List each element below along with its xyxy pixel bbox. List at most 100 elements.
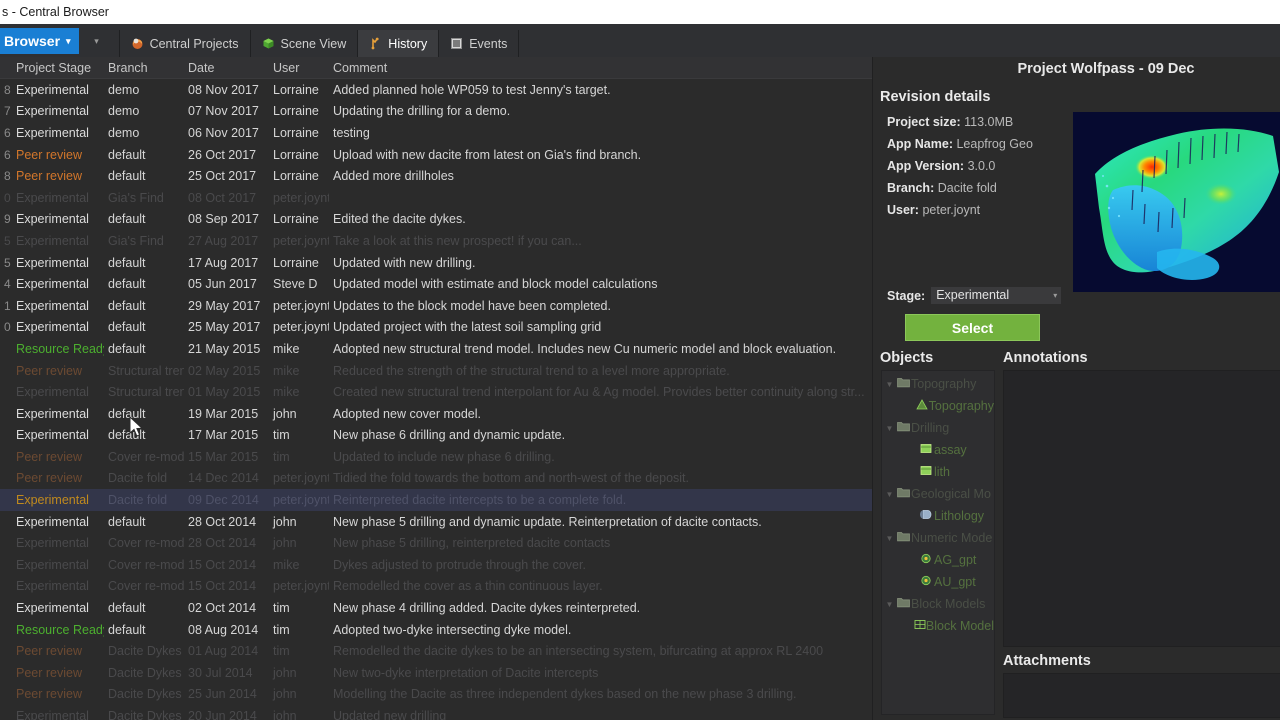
- cell-project-stage: Experimental: [16, 579, 89, 594]
- tree-node-lith[interactable]: lith: [882, 461, 994, 483]
- cell-date: 29 May 2017: [188, 298, 261, 313]
- table-row[interactable]: 9 Experimental default 08 Sep 2017 Lorraine E…: [0, 209, 872, 231]
- toolbar-overflow-button[interactable]: ▾: [79, 28, 115, 54]
- tree-node-numeric-mode[interactable]: ▼ Numeric Mode: [882, 527, 994, 549]
- tree-expander-icon[interactable]: ▼: [884, 534, 895, 543]
- tree-node-label: Block Model: [925, 619, 994, 633]
- table-row[interactable]: 5 Experimental Gia's Find 27 Aug 2017 peter.…: [0, 230, 872, 252]
- stage-dropdown-value: Experimental: [936, 288, 1010, 302]
- cell-user: Steve D: [273, 277, 318, 292]
- table-row[interactable]: 8 Experimental demo 08 Nov 2017 Lorraine Adde…: [0, 79, 872, 101]
- table-row[interactable]: Peer review Dacite Dykes 30 Jul 2014 john Ne…: [0, 662, 872, 684]
- cell-comment: Updated model with estimate and block mo…: [333, 277, 658, 292]
- table-row[interactable]: 5 Experimental default 17 Aug 2017 Lorraine U…: [0, 252, 872, 274]
- table-row[interactable]: 6 Peer review default 26 Oct 2017 Lorraine Up…: [0, 144, 872, 166]
- tree-node-assay[interactable]: assay: [882, 439, 994, 461]
- select-button[interactable]: Select: [905, 314, 1040, 341]
- tree-node-lithology[interactable]: Lithology: [882, 505, 994, 527]
- table-row[interactable]: Peer review Dacite Dykes 25 Jun 2014 john Mo…: [0, 684, 872, 706]
- column-header-comment[interactable]: Comment: [329, 61, 872, 75]
- table-row[interactable]: Experimental Dacite Dykes 20 Jun 2014 john U…: [0, 705, 872, 720]
- table-row[interactable]: Experimental default 17 Mar 2015 tim New pha…: [0, 425, 872, 447]
- tab-scene-view[interactable]: Scene View: [249, 30, 358, 57]
- tree-node-drilling[interactable]: ▼ Drilling: [882, 417, 994, 439]
- cell-project-stage: Peer review: [16, 644, 82, 659]
- tree-node-geological-mo[interactable]: ▼ Geological Mo: [882, 483, 994, 505]
- tree-node-au-gpt[interactable]: AU_gpt: [882, 571, 994, 593]
- cell-project-stage: Experimental: [16, 320, 89, 335]
- table-row[interactable]: Experimental default 28 Oct 2014 john New ph…: [0, 511, 872, 533]
- table-row[interactable]: 6 Experimental demo 06 Nov 2017 Lorraine test…: [0, 122, 872, 144]
- tree-node-block-models[interactable]: ▼ Block Models: [882, 593, 994, 615]
- table-row[interactable]: Peer review Structural tren 02 May 2015 mik…: [0, 360, 872, 382]
- tree-node-ag-gpt[interactable]: AG_gpt: [882, 549, 994, 571]
- cell-branch: default: [108, 341, 146, 356]
- table-row[interactable]: 8 Peer review default 25 Oct 2017 Lorraine Ad…: [0, 165, 872, 187]
- cell-user: peter.joynt: [273, 233, 329, 248]
- table-row[interactable]: Experimental Cover re-mode 28 Oct 2014 john…: [0, 532, 872, 554]
- column-header-branch[interactable]: Branch: [104, 61, 184, 75]
- cell-project-stage: Experimental: [16, 557, 89, 572]
- cell-user: tim: [273, 622, 290, 637]
- table-row[interactable]: 7 Experimental demo 07 Nov 2017 Lorraine Upda…: [0, 101, 872, 123]
- cell-comment: Remodelled the cover as a thin continuou…: [333, 579, 603, 594]
- objects-tree[interactable]: ▼ Topography Topography ▼ Drilling assay lith ▼…: [881, 370, 995, 715]
- metadata-value: 113.0MB: [964, 115, 1014, 129]
- column-header-user[interactable]: User: [269, 61, 329, 75]
- cell-user: john: [273, 536, 297, 551]
- tree-node-topography[interactable]: Topography: [882, 395, 994, 417]
- table-row[interactable]: Experimental Structural tren 01 May 2015 mi…: [0, 381, 872, 403]
- cell-project-stage: Experimental: [16, 255, 89, 270]
- cell-branch: Cover re-mode: [108, 449, 184, 464]
- stage-dropdown[interactable]: Experimental ▾: [931, 287, 1062, 304]
- tree-expander-icon[interactable]: ▼: [884, 380, 895, 389]
- column-header-project-stage[interactable]: Project Stage: [12, 61, 104, 75]
- cell-comment: Updates to the block model have been com…: [333, 298, 611, 313]
- cell-date: 05 Jun 2017: [188, 277, 257, 292]
- cell-project-stage: Peer review: [16, 687, 82, 702]
- cell-user: Lorraine: [273, 82, 319, 97]
- tab-history[interactable]: History: [357, 30, 439, 57]
- table-row[interactable]: 0 Experimental default 25 May 2017 peter.joy…: [0, 317, 872, 339]
- table-row[interactable]: Peer review Cover re-mode 15 Mar 2015 tim Up…: [0, 446, 872, 468]
- cell-branch: Gia's Find: [108, 190, 164, 205]
- table-row[interactable]: Resource Ready default 08 Aug 2014 tim Adopt…: [0, 619, 872, 641]
- cell-project-stage: Peer review: [16, 449, 82, 464]
- cell-revision: 9: [4, 212, 11, 227]
- cell-project-stage: Experimental: [16, 298, 89, 313]
- tree-node-topography[interactable]: ▼ Topography: [882, 373, 994, 395]
- browser-menu-label: Browser: [4, 33, 61, 49]
- table-row[interactable]: Peer review Dacite Dykes 01 Aug 2014 tim Rem…: [0, 640, 872, 662]
- cell-user: john: [273, 406, 297, 421]
- table-row[interactable]: Experimental Cover re-mode 15 Oct 2014 mike…: [0, 554, 872, 576]
- cell-project-stage: Experimental: [16, 277, 89, 292]
- attachments-panel[interactable]: [1003, 673, 1280, 718]
- table-row[interactable]: 1 Experimental default 29 May 2017 peter.joy…: [0, 295, 872, 317]
- folder-icon: [895, 597, 911, 611]
- tree-node-block-model[interactable]: Block Model: [882, 615, 994, 637]
- tab-central-projects[interactable]: Central Projects: [118, 30, 250, 57]
- table-row[interactable]: 4 Experimental default 05 Jun 2017 Steve D Up…: [0, 273, 872, 295]
- cell-comment: Reinterpreted dacite intercepts to be a …: [333, 493, 627, 508]
- metadata-line: Branch: Dacite fold: [887, 181, 1067, 195]
- table-row[interactable]: 0 Experimental Gia's Find 08 Oct 2017 peter.…: [0, 187, 872, 209]
- tree-expander-icon[interactable]: ▼: [884, 424, 895, 433]
- cell-comment: Updated to include new phase 6 drilling.: [333, 449, 555, 464]
- metadata-line: App Name: Leapfrog Geo: [887, 137, 1067, 151]
- window-title-bar: s - Central Browser: [0, 0, 1280, 24]
- table-row[interactable]: Resource Ready default 21 May 2015 mike Adop…: [0, 338, 872, 360]
- tree-node-label: Topography: [928, 399, 994, 413]
- table-row[interactable]: Peer review Dacite fold 14 Dec 2014 peter.j…: [0, 468, 872, 490]
- cell-comment: testing: [333, 125, 370, 140]
- annotations-panel[interactable]: [1003, 370, 1280, 647]
- tree-expander-icon[interactable]: ▼: [884, 490, 895, 499]
- tab-events[interactable]: Events: [438, 30, 520, 57]
- table-row[interactable]: Experimental Dacite fold 09 Dec 2014 peter.…: [0, 489, 872, 511]
- table-row[interactable]: Experimental default 19 Mar 2015 john Adopte…: [0, 403, 872, 425]
- cell-user: tim: [273, 601, 290, 616]
- browser-menu-button[interactable]: Browser ▾: [0, 28, 79, 54]
- tree-expander-icon[interactable]: ▼: [884, 600, 895, 609]
- table-row[interactable]: Experimental default 02 Oct 2014 tim New pha…: [0, 597, 872, 619]
- column-header-date[interactable]: Date: [184, 61, 269, 75]
- table-row[interactable]: Experimental Cover re-mode 15 Oct 2014 pete…: [0, 576, 872, 598]
